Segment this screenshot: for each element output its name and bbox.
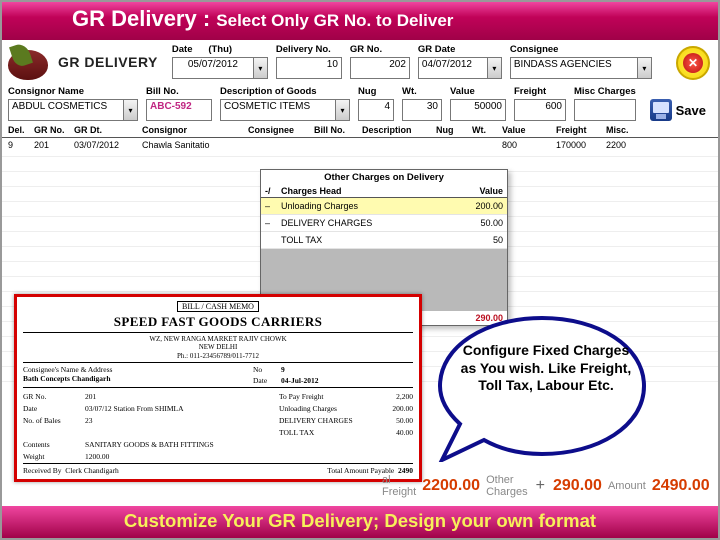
consignee-label: Consignee <box>510 44 652 55</box>
gr-date-field[interactable]: 04/07/2012 <box>418 57 488 79</box>
charge-row[interactable]: –Unloading Charges200.00 <box>261 198 507 215</box>
charge-row[interactable]: TOLL TAX50 <box>261 232 507 249</box>
bill-no-field[interactable]: ABC-592 <box>146 99 212 121</box>
chevron-down-icon[interactable]: ▾ <box>638 57 652 79</box>
callout-bubble: Configure Fixed Charges as You wish. Lik… <box>430 312 654 462</box>
freight-label: Freight <box>514 86 566 97</box>
freight-field[interactable]: 600 <box>514 99 566 121</box>
table-row[interactable]: 920103/07/2012 Chawla Sanitatio 80017000… <box>2 138 718 157</box>
close-button[interactable]: ✕ <box>676 46 710 80</box>
nug-field[interactable]: 4 <box>358 99 394 121</box>
consignee-field[interactable]: BINDASS AGENCIES <box>510 57 638 79</box>
delivery-no-label: Delivery No. <box>276 44 342 55</box>
app-logo <box>8 44 52 82</box>
screen-heading: GR DELIVERY <box>58 54 158 70</box>
chevron-down-icon[interactable]: ▾ <box>124 99 138 121</box>
consignor-label: Consignor Name <box>8 86 138 97</box>
date-label: Date (Thu) <box>172 44 268 55</box>
bill-memo-preview: BILL / CASH MEMO SPEED FAST GOODS CARRIE… <box>14 294 422 482</box>
save-icon <box>650 99 672 121</box>
date-field[interactable]: 05/07/2012 <box>172 57 254 79</box>
popup-title: Other Charges on Delivery <box>261 170 507 185</box>
delivery-no-field[interactable]: 10 <box>276 57 342 79</box>
value-label: Value <box>450 86 506 97</box>
goods-label: Description of Goods <box>220 86 350 97</box>
gr-date-label: GR Date <box>418 44 502 55</box>
charge-row[interactable]: –DELIVERY CHARGES50.00 <box>261 215 507 232</box>
chevron-down-icon[interactable]: ▾ <box>488 57 502 79</box>
misc-label: Misc Charges <box>574 86 636 97</box>
footer-caption: Customize Your GR Delivery; Design your … <box>2 506 718 538</box>
gr-no-label: GR No. <box>350 44 410 55</box>
bill-no-label: Bill No. <box>146 86 212 97</box>
save-button[interactable]: Save <box>650 99 706 121</box>
totals-bar: al Freight 2200.00 Other Charges+ 290.00… <box>382 474 712 498</box>
chevron-down-icon[interactable]: ▾ <box>336 99 350 121</box>
chevron-down-icon[interactable]: ▾ <box>254 57 268 79</box>
nug-label: Nug <box>358 86 394 97</box>
value-field[interactable]: 50000 <box>450 99 506 121</box>
misc-field[interactable] <box>574 99 636 121</box>
wt-field[interactable]: 30 <box>402 99 442 121</box>
goods-field[interactable]: COSMETIC ITEMS <box>220 99 336 121</box>
gr-no-field[interactable]: 202 <box>350 57 410 79</box>
grid-header: Del.GR No.GR Dt. ConsignorConsigneeBill … <box>2 123 718 138</box>
wt-label: Wt. <box>402 86 442 97</box>
close-icon: ✕ <box>683 53 703 73</box>
slide-title: GR Delivery : Select Only GR No. to Deli… <box>2 2 718 40</box>
consignor-field[interactable]: ABDUL COSMETICS <box>8 99 124 121</box>
